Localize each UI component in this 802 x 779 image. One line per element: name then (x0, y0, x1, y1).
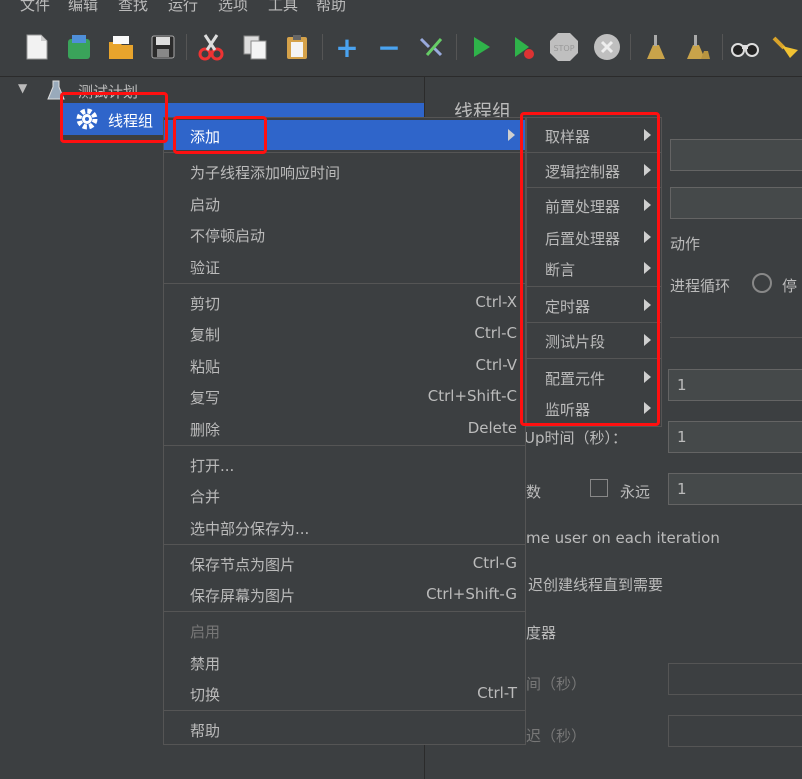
cut-icon[interactable] (196, 32, 226, 62)
menu-item-copy[interactable]: 复制 Ctrl-C (164, 318, 525, 348)
annotation-submenu (520, 112, 660, 426)
menu-run[interactable]: 运行 (168, 0, 198, 15)
toolbar: + − STOP (0, 20, 802, 77)
save-icon[interactable] (148, 32, 178, 62)
duration-label: 间（秒） (526, 675, 587, 693)
copy-icon[interactable] (240, 32, 270, 62)
ramp-up-field[interactable]: 1 (668, 421, 802, 453)
continue-loop-label: 进程循环 (670, 277, 731, 295)
menu-file[interactable]: 文件 (20, 0, 50, 15)
menu-item-delete[interactable]: 删除 Delete (164, 413, 525, 443)
menu-item-paste[interactable]: 粘贴 Ctrl-V (164, 350, 525, 380)
same-user-label[interactable]: me user on each iteration (526, 529, 720, 547)
menu-help[interactable]: 帮助 (316, 0, 346, 15)
menu-item-toggle[interactable]: 切换 Ctrl-T (164, 678, 525, 708)
new-icon[interactable] (22, 32, 52, 62)
menu-item-save-selection[interactable]: 选中部分保存为... (164, 512, 525, 542)
toggle-icon[interactable] (416, 32, 446, 62)
menu-item-validate[interactable]: 验证 (164, 251, 525, 281)
start-no-pause-icon[interactable] (508, 32, 538, 62)
startup-delay-field[interactable] (668, 715, 802, 747)
menu-item-help[interactable]: 帮助 (164, 714, 525, 744)
menu-item-add-response-time[interactable]: 为子线程添加响应时间 (164, 156, 525, 186)
forever-checkbox[interactable] (590, 479, 608, 497)
clear-all-icon[interactable] (682, 32, 712, 62)
chevron-right-icon (508, 129, 515, 141)
menu-item-duplicate[interactable]: 复写 Ctrl+Shift-C (164, 381, 525, 411)
annotation-thread-group (60, 92, 168, 143)
stop-thread-radio[interactable] (752, 273, 772, 293)
menu-item-disable[interactable]: 禁用 (164, 647, 525, 677)
menu-item-open[interactable]: 打开... (164, 449, 525, 479)
templates-icon[interactable] (64, 32, 94, 62)
chevron-down-icon[interactable]: ▼ (18, 81, 27, 95)
collapse-icon[interactable]: − (374, 31, 404, 64)
threads-field[interactable]: 1 (668, 369, 802, 401)
action-label: 动作 (670, 235, 701, 253)
expand-icon[interactable]: + (332, 31, 362, 64)
name-field[interactable] (670, 139, 802, 171)
context-menu: 添加 为子线程添加响应时间 启动 不停顿启动 验证 剪切 Ctrl-X 复制 Ctr… (163, 117, 526, 745)
menu-item-start[interactable]: 启动 (164, 188, 525, 218)
menu-item-cut[interactable]: 剪切 Ctrl-X (164, 287, 525, 317)
clear-icon[interactable] (640, 32, 670, 62)
menu-item-save-screen-image[interactable]: 保存屏幕为图片 Ctrl+Shift-G (164, 579, 525, 609)
open-icon[interactable] (106, 32, 136, 62)
delay-create-label[interactable]: 迟创建线程直到需要 (528, 574, 663, 595)
start-icon[interactable] (466, 32, 496, 62)
menu-options[interactable]: 选项 (218, 0, 248, 15)
menu-item-enable: 启用 (190, 623, 221, 641)
shutdown-icon[interactable] (592, 32, 622, 62)
startup-delay-label: 迟（秒） (526, 727, 587, 745)
menu-search[interactable]: 查找 (118, 0, 148, 15)
menu-item-merge[interactable]: 合并 (164, 480, 525, 510)
duration-field[interactable] (668, 663, 802, 695)
menu-item-save-node-image[interactable]: 保存节点为图片 Ctrl-G (164, 548, 525, 578)
reset-search-icon[interactable] (770, 32, 800, 62)
menu-tools[interactable]: 工具 (268, 0, 298, 15)
annotation-add (173, 116, 267, 154)
stop-icon[interactable]: STOP (548, 32, 578, 62)
menu-edit[interactable]: 编辑 (68, 0, 98, 15)
stop-thread-label: 停 (782, 277, 798, 295)
menu-item-start-no-pause[interactable]: 不停顿启动 (164, 219, 525, 249)
search-icon[interactable] (730, 32, 760, 62)
svg-text:STOP: STOP (553, 44, 574, 53)
forever-label: 永远 (620, 483, 651, 501)
ramp-up-label: Up时间（秒）： (524, 429, 628, 447)
menu-bar: 文件 编辑 查找 运行 选项 工具 帮助 (0, 0, 802, 20)
scheduler-label[interactable]: 度器 (526, 622, 556, 643)
comment-field[interactable] (670, 187, 802, 219)
loop-count-field[interactable]: 1 (668, 473, 802, 505)
paste-icon[interactable] (282, 32, 312, 62)
loop-count-label: 数 (526, 483, 542, 501)
